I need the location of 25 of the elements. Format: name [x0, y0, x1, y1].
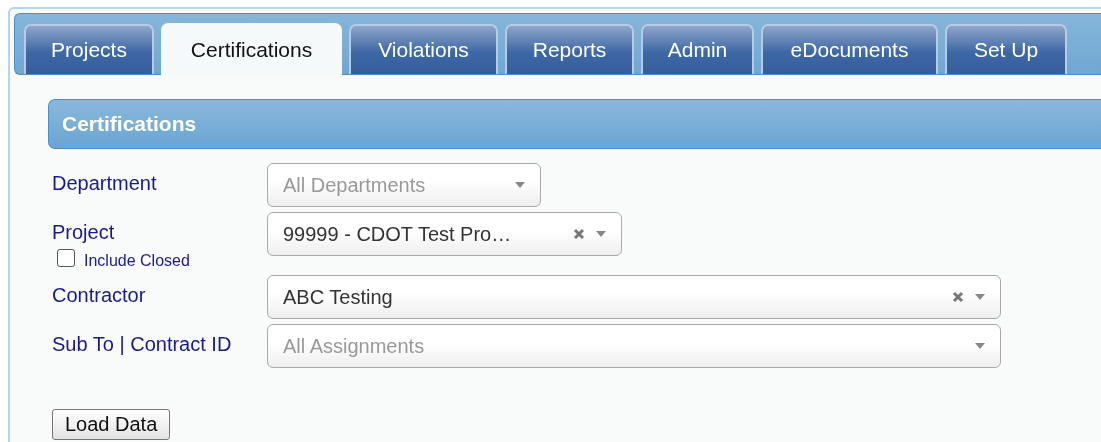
field-label: Project — [52, 220, 116, 244]
dropdown[interactable]: ABC Testing — [267, 275, 1001, 319]
tab[interactable]: Admin — [641, 24, 754, 74]
clear-icon[interactable] — [952, 291, 964, 303]
field-label: Sub To | Contract ID — [52, 332, 233, 356]
checkbox-label: Include Closed — [84, 252, 190, 270]
section-header: Certifications — [48, 99, 1101, 149]
tab[interactable]: eDocuments — [761, 24, 938, 74]
tab[interactable]: Reports — [505, 24, 634, 74]
tab[interactable]: Set Up — [945, 24, 1067, 74]
tab[interactable]: Violations — [349, 24, 498, 74]
caret-icon — [974, 293, 986, 301]
field-label: Contractor — [52, 283, 147, 307]
caret-icon — [595, 230, 607, 238]
caret-icon — [514, 181, 526, 189]
caret-icon — [974, 342, 986, 350]
tab[interactable]: Projects — [24, 24, 154, 74]
dropdown[interactable]: All Assignments — [267, 324, 1001, 368]
dropdown[interactable]: 99999 - CDOT Test Pro… — [267, 212, 622, 256]
clear-icon[interactable] — [573, 228, 585, 240]
dropdown[interactable]: All Departments — [267, 163, 541, 207]
tab[interactable]: Certifications — [161, 23, 342, 75]
field-label: Department — [52, 171, 158, 195]
checkbox[interactable] — [57, 249, 75, 267]
load-data-button[interactable]: Load Data — [52, 409, 171, 440]
